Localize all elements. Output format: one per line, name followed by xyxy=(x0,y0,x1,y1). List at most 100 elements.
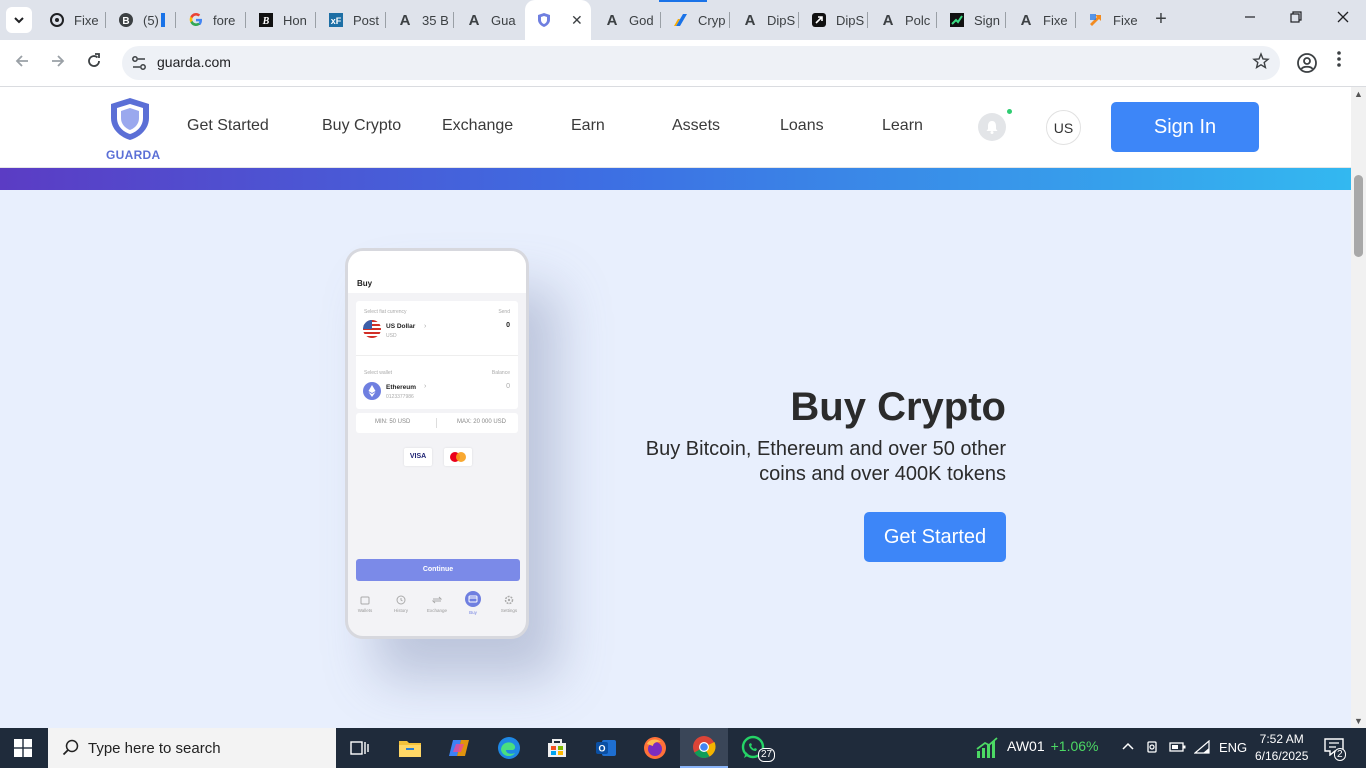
svg-text:xF: xF xyxy=(331,16,342,26)
edge-button[interactable] xyxy=(485,728,533,768)
copilot-button[interactable] xyxy=(435,728,483,768)
nav-get-started[interactable]: Get Started xyxy=(187,117,269,135)
scroll-thumb[interactable] xyxy=(1354,175,1363,257)
phone-buy-card: Select fiat currency Send US Dollar USD … xyxy=(356,301,518,409)
fiat-code: USD xyxy=(386,333,397,339)
taskbar-search-box[interactable]: Type here to search xyxy=(48,728,336,768)
browser-menu-icon[interactable] xyxy=(1336,50,1342,73)
guarda-logo[interactable]: GUARDA xyxy=(106,97,160,162)
url-text[interactable]: guarda.com xyxy=(157,54,231,70)
arrow-left-icon xyxy=(15,55,28,67)
scroll-up-arrow-icon[interactable]: ▲ xyxy=(1354,89,1363,99)
reload-icon xyxy=(88,53,100,67)
arrow-icon xyxy=(1087,11,1105,29)
reload-button[interactable] xyxy=(83,52,105,74)
profile-icon[interactable] xyxy=(1296,52,1318,74)
phone-mockup: Buy Select fiat currency Send US Dollar … xyxy=(345,248,529,639)
nav-buy-crypto[interactable]: Buy Crypto xyxy=(322,117,401,135)
tab-14[interactable]: Sign xyxy=(948,6,1002,34)
notifications-button[interactable] xyxy=(978,113,1006,141)
chrome-icon xyxy=(693,736,716,758)
bookmark-star-icon[interactable] xyxy=(1252,52,1270,75)
tab-12[interactable]: DipS xyxy=(810,6,864,34)
tab-5[interactable]: xF Post xyxy=(327,6,381,34)
task-view-button[interactable] xyxy=(336,728,384,768)
back-button[interactable] xyxy=(11,52,33,74)
input-language-button[interactable]: ENG xyxy=(1219,740,1247,755)
stock-chart-icon[interactable] xyxy=(975,737,999,759)
visa-logo: VISA xyxy=(404,448,432,466)
tab-separator xyxy=(1005,12,1006,28)
stock-ticker[interactable]: AW01 +1.06% xyxy=(1007,738,1098,754)
nav-loans[interactable]: Loans xyxy=(780,117,824,135)
tab-7[interactable]: A Gua xyxy=(465,6,519,34)
browser-toolbar: guarda.com xyxy=(0,40,1366,87)
tab-separator xyxy=(105,12,106,28)
microsoft-store-button[interactable] xyxy=(533,728,581,768)
tab-search-button[interactable] xyxy=(6,7,32,33)
show-hidden-icons-button[interactable] xyxy=(1121,740,1135,757)
fiat-label: Select fiat currency xyxy=(364,309,407,315)
tab-6[interactable]: A 35 B xyxy=(396,6,450,34)
arrow-right-icon xyxy=(52,55,65,67)
wallet-icon xyxy=(360,596,370,605)
tab-title: 35 B xyxy=(422,12,449,28)
tab-10[interactable]: Cryp xyxy=(672,6,726,34)
nav-earn[interactable]: Earn xyxy=(571,117,605,135)
outlook-button[interactable]: O xyxy=(582,728,630,768)
windows-start-icon[interactable] xyxy=(14,739,32,757)
chrome-button[interactable] xyxy=(680,728,728,768)
battery-button[interactable] xyxy=(1169,740,1187,757)
b-square-icon: B xyxy=(257,11,275,29)
close-tab-icon[interactable]: ✕ xyxy=(571,12,583,29)
minimize-button[interactable] xyxy=(1240,10,1260,28)
new-tab-button[interactable]: + xyxy=(1150,9,1172,31)
tab-16[interactable]: Fixe xyxy=(1087,6,1141,34)
nav-learn[interactable]: Learn xyxy=(882,117,923,135)
phone-continue-button: Continue xyxy=(356,559,520,581)
tab-4[interactable]: B Hon xyxy=(257,6,311,34)
scroll-down-arrow-icon[interactable]: ▼ xyxy=(1354,716,1363,726)
guarda-shield-icon xyxy=(111,98,149,140)
get-started-button[interactable]: Get Started xyxy=(864,512,1006,562)
chevron-right-icon: › xyxy=(424,383,427,390)
tab-13[interactable]: A Polc xyxy=(879,6,933,34)
close-window-button[interactable] xyxy=(1333,10,1353,28)
card-divider xyxy=(356,355,518,356)
limit-divider xyxy=(436,418,437,428)
chevron-up-icon xyxy=(1122,742,1134,750)
tab-separator xyxy=(936,12,937,28)
svg-text:B: B xyxy=(122,16,129,27)
camera-icon xyxy=(1147,741,1157,753)
tab-11[interactable]: A DipS xyxy=(741,6,795,34)
slash-icon xyxy=(672,11,690,29)
tab-1[interactable]: Fixe xyxy=(48,6,102,34)
taskbar-clock[interactable]: 7:52 AM 6/16/2025 xyxy=(1255,731,1308,765)
site-settings-icon[interactable] xyxy=(130,54,148,72)
meet-now-button[interactable] xyxy=(1145,740,1161,757)
forward-button[interactable] xyxy=(47,52,69,74)
nav-exchange[interactable]: Exchange xyxy=(442,117,513,135)
search-placeholder: Type here to search xyxy=(88,740,221,757)
restore-button[interactable] xyxy=(1286,10,1306,28)
file-explorer-button[interactable] xyxy=(386,728,434,768)
sign-in-button[interactable]: Sign In xyxy=(1111,102,1259,152)
page-scrollbar[interactable]: ▲ ▼ xyxy=(1351,87,1366,728)
network-button[interactable] xyxy=(1193,739,1210,757)
firefox-button[interactable] xyxy=(631,728,679,768)
tab-3[interactable]: fore xyxy=(187,6,241,34)
bell-icon xyxy=(986,121,998,134)
exchange-icon xyxy=(432,596,442,604)
nav-assets[interactable]: Assets xyxy=(672,117,720,135)
wallet-name: Ethereum xyxy=(386,384,416,391)
language-selector[interactable]: US xyxy=(1046,110,1081,145)
phone-nav-wallets: Wallets xyxy=(352,595,378,613)
phone-nav-label: Settings xyxy=(500,608,518,613)
tab-9[interactable]: A God xyxy=(603,6,657,34)
tab-active-guarda[interactable]: ✕ xyxy=(525,0,591,40)
tab-15[interactable]: A Fixe xyxy=(1017,6,1071,34)
tab-title: Post xyxy=(353,12,380,28)
ticker-change: +1.06% xyxy=(1050,738,1099,754)
tab-2[interactable]: B (5) xyxy=(117,6,165,34)
address-bar[interactable]: guarda.com xyxy=(122,46,1280,80)
